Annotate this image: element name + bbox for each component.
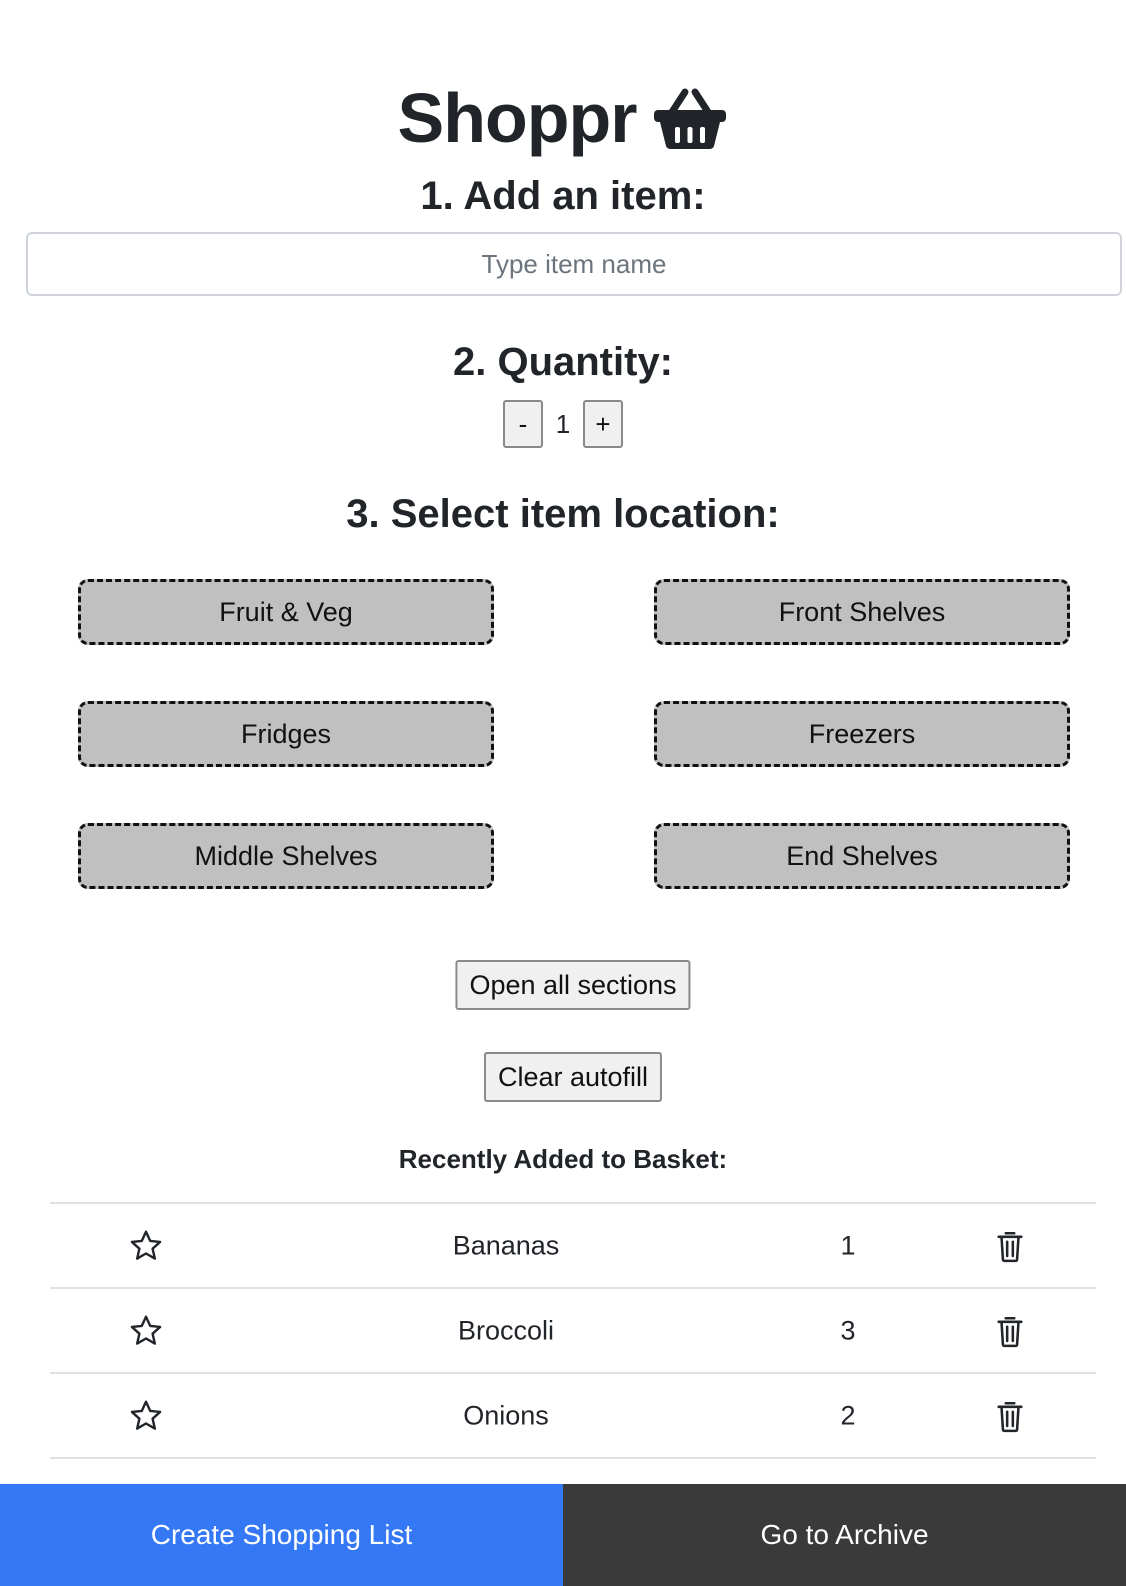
basket-item-name: Onions [463,1400,549,1430]
basket-row: Broccoli 3 [50,1289,1096,1374]
create-shopping-list-button[interactable]: Create Shopping List [0,1484,563,1586]
footer-bar: Create Shopping List Go to Archive [0,1484,1126,1586]
trash-icon[interactable] [995,1229,1025,1263]
step-location-heading: 3. Select item location: [346,492,780,536]
basket-item-qty: 2 [840,1400,856,1430]
star-icon[interactable] [128,1228,164,1264]
increment-button[interactable]: + [583,400,623,448]
trash-icon[interactable] [995,1399,1025,1433]
location-front-shelves-button[interactable]: Front Shelves [654,579,1070,645]
open-all-sections-button[interactable]: Open all sections [455,960,691,1010]
recently-added-title: Recently Added to Basket: [398,1144,728,1174]
item-name-input[interactable] [26,232,1122,296]
location-end-shelves-button[interactable]: End Shelves [654,823,1070,889]
quantity-stepper: - 1 + [0,400,1126,448]
app-title-text: Shoppr [397,78,638,157]
star-icon[interactable] [128,1398,164,1434]
basket-item-qty: 1 [840,1230,856,1260]
location-freezers-button[interactable]: Freezers [654,701,1070,767]
quantity-value: 1 [555,408,571,439]
decrement-button[interactable]: - [503,400,543,448]
basket-row: Onions 2 [50,1374,1096,1459]
location-middle-shelves-button[interactable]: Middle Shelves [78,823,494,889]
app-title: Shoppr [0,83,1126,153]
step-add-item-heading: 1. Add an item: [420,174,706,218]
trash-icon[interactable] [995,1314,1025,1348]
basket-item-qty: 3 [840,1315,856,1345]
location-fridges-button[interactable]: Fridges [78,701,494,767]
go-to-archive-button[interactable]: Go to Archive [563,1484,1126,1586]
location-fruit-veg-button[interactable]: Fruit & Veg [78,579,494,645]
basket-icon [654,88,727,149]
location-grid: Fruit & Veg Front Shelves Fridges Freeze… [78,579,1070,889]
basket-row: Bananas 1 [50,1204,1096,1289]
clear-autofill-button[interactable]: Clear autofill [483,1052,663,1102]
star-icon[interactable] [128,1313,164,1349]
step-quantity-heading: 2. Quantity: [452,340,674,384]
basket-item-name: Bananas [452,1230,560,1260]
basket-table: Bananas 1 Broccoli 3 Onions 2 [50,1202,1096,1459]
basket-item-name: Broccoli [457,1315,555,1345]
